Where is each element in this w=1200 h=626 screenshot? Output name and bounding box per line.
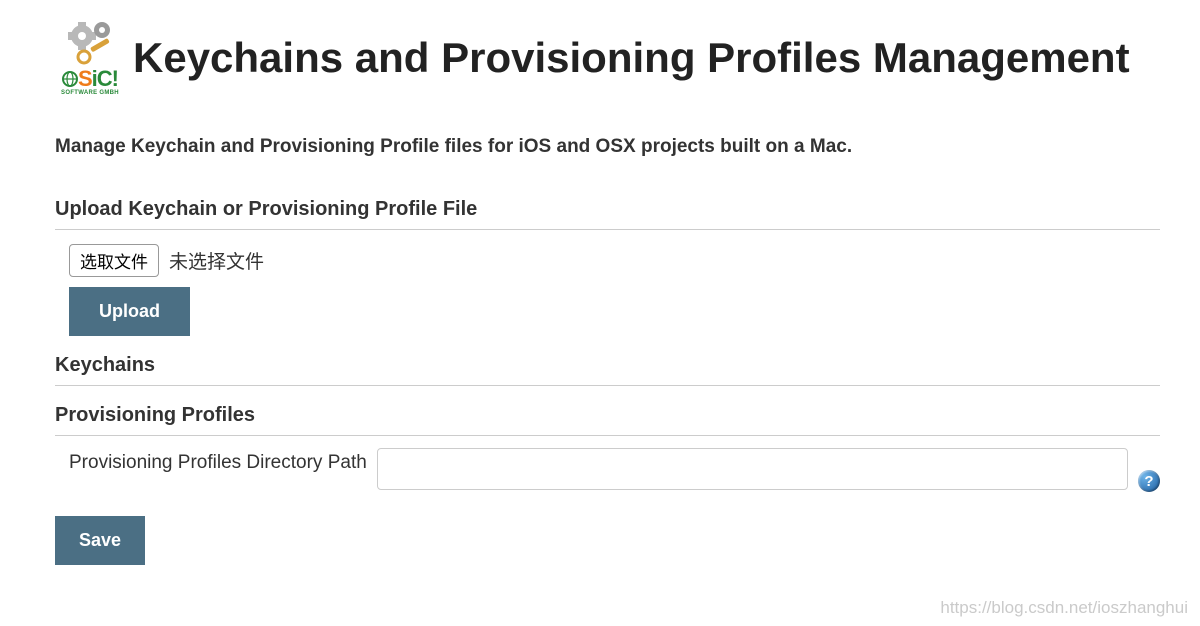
- profiles-path-label: Provisioning Profiles Directory Path: [69, 448, 367, 474]
- plugin-logo: SiC! SOFTWARE GMBH: [55, 20, 125, 96]
- profiles-section: Provisioning Profiles Provisioning Profi…: [55, 404, 1160, 490]
- file-input-row: 选取文件 未选择文件: [55, 230, 1160, 287]
- keychains-section: Keychains: [55, 354, 1160, 386]
- choose-file-button[interactable]: 选取文件: [69, 244, 159, 277]
- sic-globe-icon: [62, 71, 78, 87]
- keychains-section-title: Keychains: [55, 354, 1160, 386]
- watermark: https://blog.csdn.net/ioszhanghui: [940, 598, 1188, 618]
- upload-section: Upload Keychain or Provisioning Profile …: [55, 198, 1160, 336]
- page-description: Manage Keychain and Provisioning Profile…: [55, 136, 1160, 158]
- upload-button[interactable]: Upload: [69, 287, 190, 336]
- sic-subtitle: SOFTWARE GMBH: [61, 90, 119, 96]
- gears-key-icon: [60, 20, 120, 70]
- profiles-path-input[interactable]: [377, 448, 1128, 490]
- profiles-path-row: Provisioning Profiles Directory Path ?: [55, 436, 1160, 490]
- page-title: Keychains and Provisioning Profiles Mana…: [133, 35, 1160, 81]
- page-header: SiC! SOFTWARE GMBH Keychains and Provisi…: [55, 20, 1160, 96]
- help-icon[interactable]: ?: [1138, 470, 1160, 492]
- upload-section-title: Upload Keychain or Provisioning Profile …: [55, 198, 1160, 230]
- sic-logo: SiC! SOFTWARE GMBH: [61, 66, 119, 96]
- file-selected-status: 未选择文件: [169, 247, 264, 274]
- profiles-section-title: Provisioning Profiles: [55, 404, 1160, 436]
- save-button[interactable]: Save: [55, 516, 145, 565]
